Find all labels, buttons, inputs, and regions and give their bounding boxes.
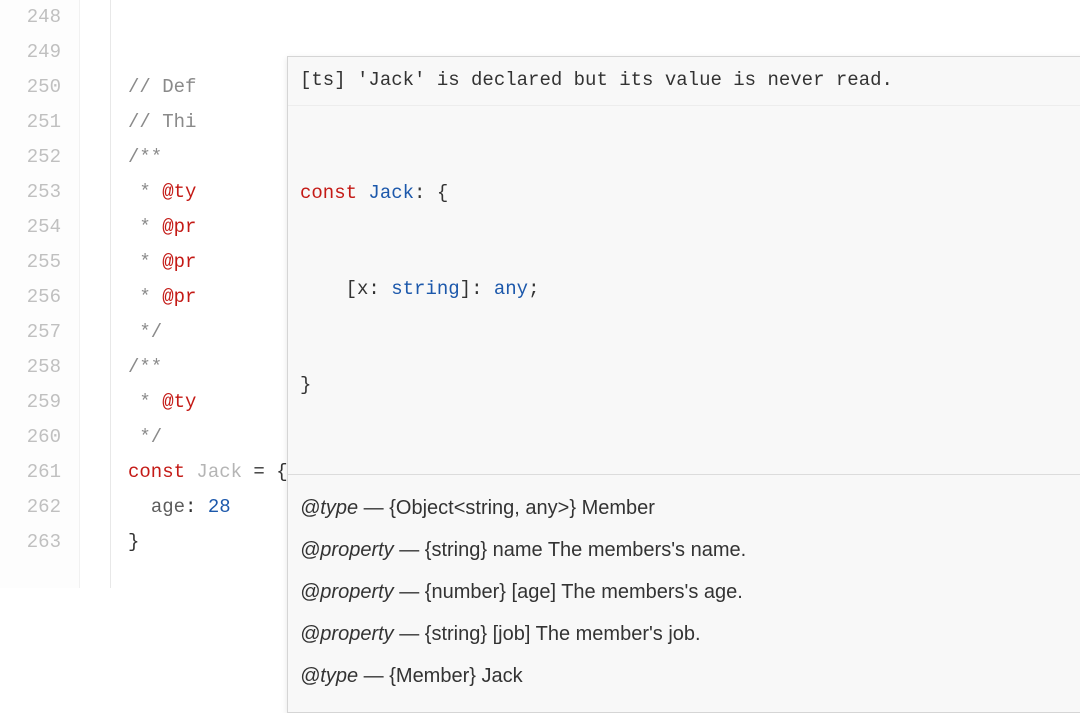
code-line[interactable] <box>128 0 1080 35</box>
jsdoc-star: * <box>128 181 162 203</box>
comment-token: // Def <box>128 76 196 98</box>
sig-indent <box>300 278 346 300</box>
doc-tag: @property <box>300 539 394 561</box>
doc-line: @type — {Member} Jack <box>300 661 1080 692</box>
jsdoc-star: * <box>128 251 162 273</box>
line-number: 261 <box>0 455 61 490</box>
sig-type: string <box>391 278 459 300</box>
hover-signature: const Jack: { [x: string]: any; } <box>288 106 1080 475</box>
doc-tag: @property <box>300 623 394 645</box>
line-number: 257 <box>0 315 61 350</box>
identifier-token: Jack <box>196 461 242 483</box>
doc-line: @property — {number} [age] The members's… <box>300 577 1080 608</box>
line-number: 248 <box>0 0 61 35</box>
indent-guide <box>110 0 111 588</box>
jsdoc-tag: @pr <box>162 286 196 308</box>
line-number: 249 <box>0 35 61 70</box>
line-number: 253 <box>0 175 61 210</box>
jsdoc-tag: @ty <box>162 181 196 203</box>
jsdoc-open: /** <box>128 146 162 168</box>
indent <box>128 496 151 518</box>
doc-tag: @type <box>300 665 358 687</box>
sig-type: any <box>494 278 528 300</box>
line-number: 254 <box>0 210 61 245</box>
doc-text: — {Object<string, any>} Member <box>358 497 655 519</box>
doc-tag: @type <box>300 497 358 519</box>
code-editor[interactable]: 248 249 250 251 252 253 254 255 256 257 … <box>0 0 1080 588</box>
keyword-token: const <box>128 461 196 483</box>
punct-token: } <box>128 531 139 553</box>
comment-token: // Thi <box>128 111 196 133</box>
sig-punct: : { <box>414 182 448 204</box>
jsdoc-tag: @ty <box>162 391 196 413</box>
sig-punct: [ <box>346 278 357 300</box>
jsdoc-open: /** <box>128 356 162 378</box>
code-area[interactable]: // Def // Thi /** * @ty * @pr * @pr * @p… <box>80 0 1080 588</box>
line-number: 258 <box>0 350 61 385</box>
sig-punct: ] <box>460 278 471 300</box>
number-token: 28 <box>208 496 231 518</box>
jsdoc-star: * <box>128 216 162 238</box>
line-number: 255 <box>0 245 61 280</box>
sig-name: Jack <box>368 182 414 204</box>
property-token: age <box>151 496 185 518</box>
hover-tooltip[interactable]: [ts] 'Jack' is declared but its value is… <box>287 56 1080 713</box>
jsdoc-star: * <box>128 286 162 308</box>
jsdoc-close: */ <box>128 426 162 448</box>
line-number: 259 <box>0 385 61 420</box>
jsdoc-tag: @pr <box>162 216 196 238</box>
punct-token: : <box>185 496 208 518</box>
hover-docs: @type — {Object<string, any>} Member @pr… <box>288 475 1080 712</box>
sig-key: x <box>357 278 368 300</box>
line-number: 252 <box>0 140 61 175</box>
line-number: 263 <box>0 525 61 560</box>
line-number: 250 <box>0 70 61 105</box>
line-number: 262 <box>0 490 61 525</box>
doc-text: — {number} [age] The members's age. <box>394 581 743 603</box>
hover-diagnostic: [ts] 'Jack' is declared but its value is… <box>288 57 1080 106</box>
jsdoc-star: * <box>128 391 162 413</box>
line-number: 251 <box>0 105 61 140</box>
doc-text: — {string} [job] The member's job. <box>394 623 701 645</box>
line-number: 256 <box>0 280 61 315</box>
doc-text: — {Member} Jack <box>358 665 523 687</box>
sig-punct: : <box>471 278 494 300</box>
doc-tag: @property <box>300 581 394 603</box>
sig-punct: : <box>368 278 391 300</box>
sig-punct: ; <box>528 278 539 300</box>
doc-line: @property — {string} name The members's … <box>300 535 1080 566</box>
sig-punct: } <box>300 374 311 396</box>
jsdoc-close: */ <box>128 321 162 343</box>
line-number-gutter: 248 249 250 251 252 253 254 255 256 257 … <box>0 0 80 588</box>
sig-keyword: const <box>300 182 368 204</box>
doc-line: @property — {string} [job] The member's … <box>300 619 1080 650</box>
doc-text: — {string} name The members's name. <box>394 539 747 561</box>
jsdoc-tag: @pr <box>162 251 196 273</box>
doc-line: @type — {Object<string, any>} Member <box>300 493 1080 524</box>
punct-token: = { <box>242 461 288 483</box>
line-number: 260 <box>0 420 61 455</box>
